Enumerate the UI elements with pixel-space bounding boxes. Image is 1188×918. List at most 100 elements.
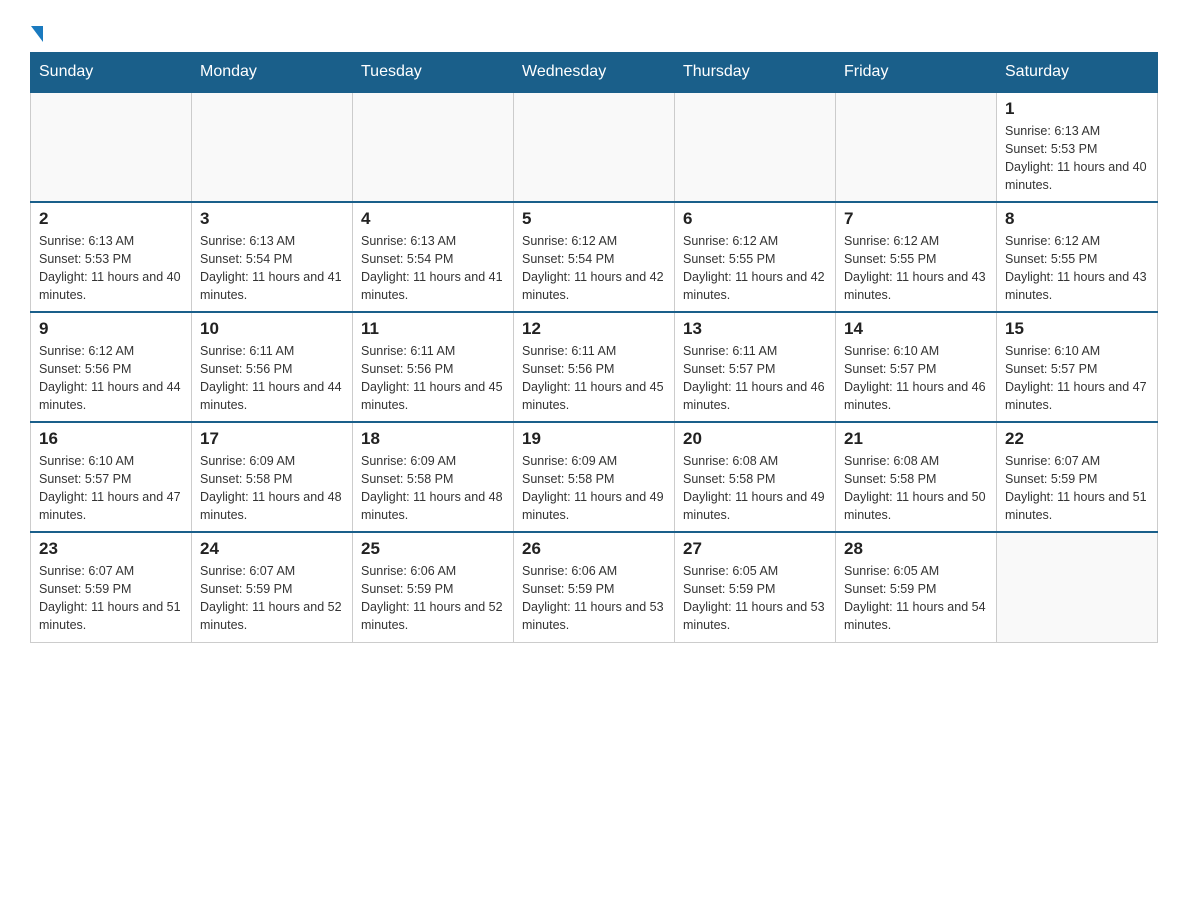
calendar-cell: 4 Sunrise: 6:13 AMSunset: 5:54 PMDaylight… bbox=[353, 202, 514, 312]
day-info: Sunrise: 6:10 AMSunset: 5:57 PMDaylight:… bbox=[39, 452, 183, 525]
calendar-cell: 13 Sunrise: 6:11 AMSunset: 5:57 PMDayligh… bbox=[675, 312, 836, 422]
day-number: 28 bbox=[844, 539, 988, 559]
day-info: Sunrise: 6:13 AMSunset: 5:54 PMDaylight:… bbox=[361, 232, 505, 305]
day-number: 9 bbox=[39, 319, 183, 339]
days-header-row: SundayMondayTuesdayWednesdayThursdayFrid… bbox=[31, 53, 1158, 93]
day-number: 12 bbox=[522, 319, 666, 339]
day-number: 19 bbox=[522, 429, 666, 449]
calendar-cell bbox=[675, 92, 836, 202]
day-info: Sunrise: 6:10 AMSunset: 5:57 PMDaylight:… bbox=[1005, 342, 1149, 415]
calendar-cell: 28 Sunrise: 6:05 AMSunset: 5:59 PMDayligh… bbox=[836, 532, 997, 642]
calendar-cell: 11 Sunrise: 6:11 AMSunset: 5:56 PMDayligh… bbox=[353, 312, 514, 422]
calendar-cell: 7 Sunrise: 6:12 AMSunset: 5:55 PMDaylight… bbox=[836, 202, 997, 312]
day-number: 22 bbox=[1005, 429, 1149, 449]
day-info: Sunrise: 6:07 AMSunset: 5:59 PMDaylight:… bbox=[200, 562, 344, 635]
day-number: 26 bbox=[522, 539, 666, 559]
day-info: Sunrise: 6:13 AMSunset: 5:53 PMDaylight:… bbox=[39, 232, 183, 305]
calendar-cell: 3 Sunrise: 6:13 AMSunset: 5:54 PMDaylight… bbox=[192, 202, 353, 312]
calendar-cell: 10 Sunrise: 6:11 AMSunset: 5:56 PMDayligh… bbox=[192, 312, 353, 422]
day-number: 21 bbox=[844, 429, 988, 449]
week-row-2: 2 Sunrise: 6:13 AMSunset: 5:53 PMDaylight… bbox=[31, 202, 1158, 312]
day-info: Sunrise: 6:10 AMSunset: 5:57 PMDaylight:… bbox=[844, 342, 988, 415]
calendar-cell: 15 Sunrise: 6:10 AMSunset: 5:57 PMDayligh… bbox=[997, 312, 1158, 422]
day-number: 10 bbox=[200, 319, 344, 339]
day-number: 2 bbox=[39, 209, 183, 229]
day-number: 23 bbox=[39, 539, 183, 559]
calendar-cell: 22 Sunrise: 6:07 AMSunset: 5:59 PMDayligh… bbox=[997, 422, 1158, 532]
day-info: Sunrise: 6:12 AMSunset: 5:54 PMDaylight:… bbox=[522, 232, 666, 305]
day-info: Sunrise: 6:09 AMSunset: 5:58 PMDaylight:… bbox=[361, 452, 505, 525]
calendar-cell: 16 Sunrise: 6:10 AMSunset: 5:57 PMDayligh… bbox=[31, 422, 192, 532]
calendar-cell: 1Sunrise: 6:13 AMSunset: 5:53 PMDaylight… bbox=[997, 92, 1158, 202]
day-info: Sunrise: 6:12 AMSunset: 5:55 PMDaylight:… bbox=[683, 232, 827, 305]
day-info: Sunrise: 6:05 AMSunset: 5:59 PMDaylight:… bbox=[683, 562, 827, 635]
calendar-cell: 2 Sunrise: 6:13 AMSunset: 5:53 PMDaylight… bbox=[31, 202, 192, 312]
page-header bbox=[30, 20, 1158, 42]
day-number: 16 bbox=[39, 429, 183, 449]
day-number: 3 bbox=[200, 209, 344, 229]
day-header-sunday: Sunday bbox=[31, 53, 192, 93]
day-info: Sunrise: 6:09 AMSunset: 5:58 PMDaylight:… bbox=[522, 452, 666, 525]
day-number: 25 bbox=[361, 539, 505, 559]
day-info: Sunrise: 6:13 AMSunset: 5:54 PMDaylight:… bbox=[200, 232, 344, 305]
day-info: Sunrise: 6:06 AMSunset: 5:59 PMDaylight:… bbox=[361, 562, 505, 635]
calendar-cell: 27 Sunrise: 6:05 AMSunset: 5:59 PMDayligh… bbox=[675, 532, 836, 642]
calendar-cell: 23Sunrise: 6:07 AMSunset: 5:59 PMDayligh… bbox=[31, 532, 192, 642]
day-info: Sunrise: 6:12 AMSunset: 5:55 PMDaylight:… bbox=[844, 232, 988, 305]
calendar-cell: 14 Sunrise: 6:10 AMSunset: 5:57 PMDayligh… bbox=[836, 312, 997, 422]
day-info: Sunrise: 6:12 AMSunset: 5:55 PMDaylight:… bbox=[1005, 232, 1149, 305]
day-number: 13 bbox=[683, 319, 827, 339]
calendar-cell bbox=[353, 92, 514, 202]
calendar-cell: 5 Sunrise: 6:12 AMSunset: 5:54 PMDaylight… bbox=[514, 202, 675, 312]
calendar-cell bbox=[836, 92, 997, 202]
day-number: 15 bbox=[1005, 319, 1149, 339]
day-number: 11 bbox=[361, 319, 505, 339]
week-row-5: 23 Sunrise: 6:07 AMSunset: 5:59 PMDayligh… bbox=[31, 532, 1158, 642]
day-info: Sunrise: 6:08 AMSunset: 5:58 PMDaylight:… bbox=[683, 452, 827, 525]
week-row-3: 9 Sunrise: 6:12 AMSunset: 5:56 PMDaylight… bbox=[31, 312, 1158, 422]
day-number: 20 bbox=[683, 429, 827, 449]
day-header-thursday: Thursday bbox=[675, 53, 836, 93]
day-number: 8 bbox=[1005, 209, 1149, 229]
day-number: 14 bbox=[844, 319, 988, 339]
day-number: 4 bbox=[361, 209, 505, 229]
calendar-cell: 24 Sunrise: 6:07 AMSunset: 5:59 PMDayligh… bbox=[192, 532, 353, 642]
logo bbox=[30, 20, 43, 42]
day-header-friday: Friday bbox=[836, 53, 997, 93]
calendar-table: SundayMondayTuesdayWednesdayThursdayFrid… bbox=[30, 52, 1158, 643]
day-info: Sunrise: 6:06 AMSunset: 5:59 PMDaylight:… bbox=[522, 562, 666, 635]
calendar-cell: 19 Sunrise: 6:09 AMSunset: 5:58 PMDayligh… bbox=[514, 422, 675, 532]
day-info: Sunrise: 6:07 AMSunset: 5:59 PMDaylight:… bbox=[1005, 452, 1149, 525]
day-number: 24 bbox=[200, 539, 344, 559]
day-header-tuesday: Tuesday bbox=[353, 53, 514, 93]
calendar-cell: 26 Sunrise: 6:06 AMSunset: 5:59 PMDayligh… bbox=[514, 532, 675, 642]
day-number: 7 bbox=[844, 209, 988, 229]
calendar-cell bbox=[514, 92, 675, 202]
calendar-cell: 18 Sunrise: 6:09 AMSunset: 5:58 PMDayligh… bbox=[353, 422, 514, 532]
day-info: Sunrise: 6:11 AMSunset: 5:56 PMDaylight:… bbox=[361, 342, 505, 415]
week-row-1: 1Sunrise: 6:13 AMSunset: 5:53 PMDaylight… bbox=[31, 92, 1158, 202]
day-header-wednesday: Wednesday bbox=[514, 53, 675, 93]
calendar-cell: 6 Sunrise: 6:12 AMSunset: 5:55 PMDaylight… bbox=[675, 202, 836, 312]
calendar-cell: 20 Sunrise: 6:08 AMSunset: 5:58 PMDayligh… bbox=[675, 422, 836, 532]
day-info: Sunrise: 6:11 AMSunset: 5:57 PMDaylight:… bbox=[683, 342, 827, 415]
day-number: 6 bbox=[683, 209, 827, 229]
day-header-monday: Monday bbox=[192, 53, 353, 93]
calendar-cell: 9 Sunrise: 6:12 AMSunset: 5:56 PMDaylight… bbox=[31, 312, 192, 422]
day-number: 27 bbox=[683, 539, 827, 559]
calendar-cell: 25 Sunrise: 6:06 AMSunset: 5:59 PMDayligh… bbox=[353, 532, 514, 642]
day-info: Sunrise: 6:13 AMSunset: 5:53 PMDaylight:… bbox=[1005, 122, 1149, 195]
day-number: 18 bbox=[361, 429, 505, 449]
day-number: 17 bbox=[200, 429, 344, 449]
day-info: Sunrise: 6:11 AMSunset: 5:56 PMDaylight:… bbox=[200, 342, 344, 415]
calendar-cell bbox=[192, 92, 353, 202]
week-row-4: 16 Sunrise: 6:10 AMSunset: 5:57 PMDayligh… bbox=[31, 422, 1158, 532]
day-info: Sunrise: 6:11 AMSunset: 5:56 PMDaylight:… bbox=[522, 342, 666, 415]
calendar-cell: 17Sunrise: 6:09 AMSunset: 5:58 PMDayligh… bbox=[192, 422, 353, 532]
day-number: 5 bbox=[522, 209, 666, 229]
calendar-cell bbox=[31, 92, 192, 202]
day-info: Sunrise: 6:08 AMSunset: 5:58 PMDaylight:… bbox=[844, 452, 988, 525]
calendar-cell bbox=[997, 532, 1158, 642]
day-info: Sunrise: 6:05 AMSunset: 5:59 PMDaylight:… bbox=[844, 562, 988, 635]
day-info: Sunrise: 6:12 AMSunset: 5:56 PMDaylight:… bbox=[39, 342, 183, 415]
